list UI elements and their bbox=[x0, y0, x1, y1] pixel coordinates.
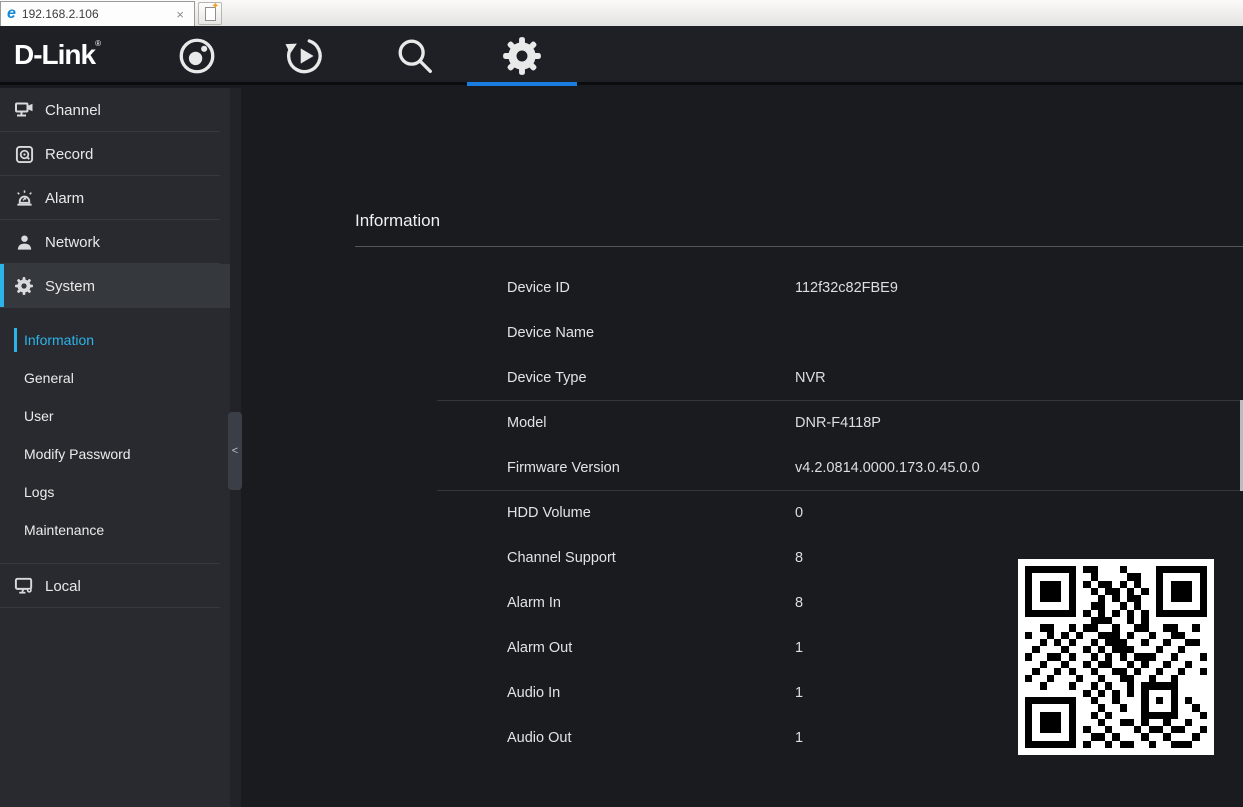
sidebar-item-label: Alarm bbox=[45, 189, 85, 207]
search-icon bbox=[394, 35, 436, 77]
dlink-logo: D-Link® bbox=[14, 39, 102, 70]
sidebar-item-channel[interactable]: Channel bbox=[0, 88, 230, 132]
info-label: Device ID bbox=[507, 279, 570, 296]
sidebar-item-label: Channel bbox=[45, 101, 101, 119]
section-divider-bottom bbox=[437, 490, 1243, 491]
channel-icon bbox=[13, 100, 35, 120]
live-view-icon bbox=[176, 35, 218, 77]
info-value: 8 bbox=[795, 549, 804, 566]
nav-tab-live[interactable] bbox=[142, 26, 252, 85]
record-icon bbox=[13, 145, 35, 164]
info-value: 1 bbox=[795, 729, 804, 746]
info-label: Device Type bbox=[507, 369, 587, 386]
sidebar-item-network[interactable]: Network bbox=[0, 220, 230, 264]
qr-code bbox=[1018, 559, 1214, 755]
new-tab-page-icon: ✦ bbox=[204, 1, 220, 21]
info-label: Firmware Version bbox=[507, 459, 620, 476]
info-label: Model bbox=[507, 414, 547, 431]
title-divider bbox=[355, 246, 1243, 247]
info-value: v4.2.0814.0000.173.0.45.0.0 bbox=[795, 459, 980, 476]
info-value: NVR bbox=[795, 369, 826, 386]
playback-icon bbox=[284, 35, 326, 77]
info-label: Alarm In bbox=[507, 594, 561, 611]
info-label: Channel Support bbox=[507, 549, 616, 566]
alarm-icon bbox=[13, 189, 35, 208]
info-row-firmware: Firmware Version v4.2.0814.0000.173.0.45… bbox=[0, 445, 1243, 490]
info-value: 0 bbox=[795, 504, 804, 521]
browser-tab[interactable]: e 192.168.2.106 × bbox=[0, 1, 195, 26]
info-row-device-name: Device Name bbox=[0, 310, 1243, 355]
info-value: DNR-F4118P bbox=[795, 414, 881, 431]
info-label: Audio Out bbox=[507, 729, 572, 746]
info-value: 1 bbox=[795, 639, 804, 656]
sidebar-item-label: Record bbox=[45, 145, 94, 163]
info-label: HDD Volume bbox=[507, 504, 591, 521]
network-icon bbox=[13, 233, 35, 252]
section-divider-top bbox=[437, 400, 1243, 401]
tab-close-icon[interactable]: × bbox=[172, 8, 188, 21]
new-tab-star-icon: ✦ bbox=[211, 0, 220, 12]
new-tab-button[interactable]: ✦ bbox=[198, 1, 222, 25]
browser-tab-title: 192.168.2.106 bbox=[21, 7, 99, 21]
browser-tab-strip: e 192.168.2.106 × ✦ bbox=[0, 0, 1243, 26]
info-label: Alarm Out bbox=[507, 639, 573, 656]
nav-tab-search[interactable] bbox=[360, 26, 470, 85]
nav-tab-settings[interactable] bbox=[467, 26, 577, 86]
sidebar-item-record[interactable]: Record bbox=[0, 132, 230, 176]
info-label: Device Name bbox=[507, 324, 595, 341]
info-value: 8 bbox=[795, 594, 804, 611]
info-row-hdd-volume: HDD Volume 0 bbox=[0, 490, 1243, 535]
info-row-device-id: Device ID 112f32c82FBE9 bbox=[0, 265, 1243, 310]
info-label: Audio In bbox=[507, 684, 561, 701]
app-header: D-Link® bbox=[0, 26, 1243, 86]
info-row-device-type: Device Type NVR bbox=[0, 355, 1243, 400]
info-row-model: Model DNR-F4118P bbox=[0, 400, 1243, 445]
info-value: 1 bbox=[795, 684, 804, 701]
sidebar-item-alarm[interactable]: Alarm bbox=[0, 176, 230, 220]
nav-tab-playback[interactable] bbox=[250, 26, 360, 85]
nvr-web-ui: e 192.168.2.106 × ✦ D-Link® Channel Reco… bbox=[0, 0, 1243, 807]
sidebar-item-label: Network bbox=[45, 233, 101, 251]
page-title: Information bbox=[355, 211, 441, 230]
info-value: 112f32c82FBE9 bbox=[795, 279, 898, 296]
settings-icon bbox=[501, 35, 543, 77]
ie-favicon: e bbox=[7, 5, 16, 22]
